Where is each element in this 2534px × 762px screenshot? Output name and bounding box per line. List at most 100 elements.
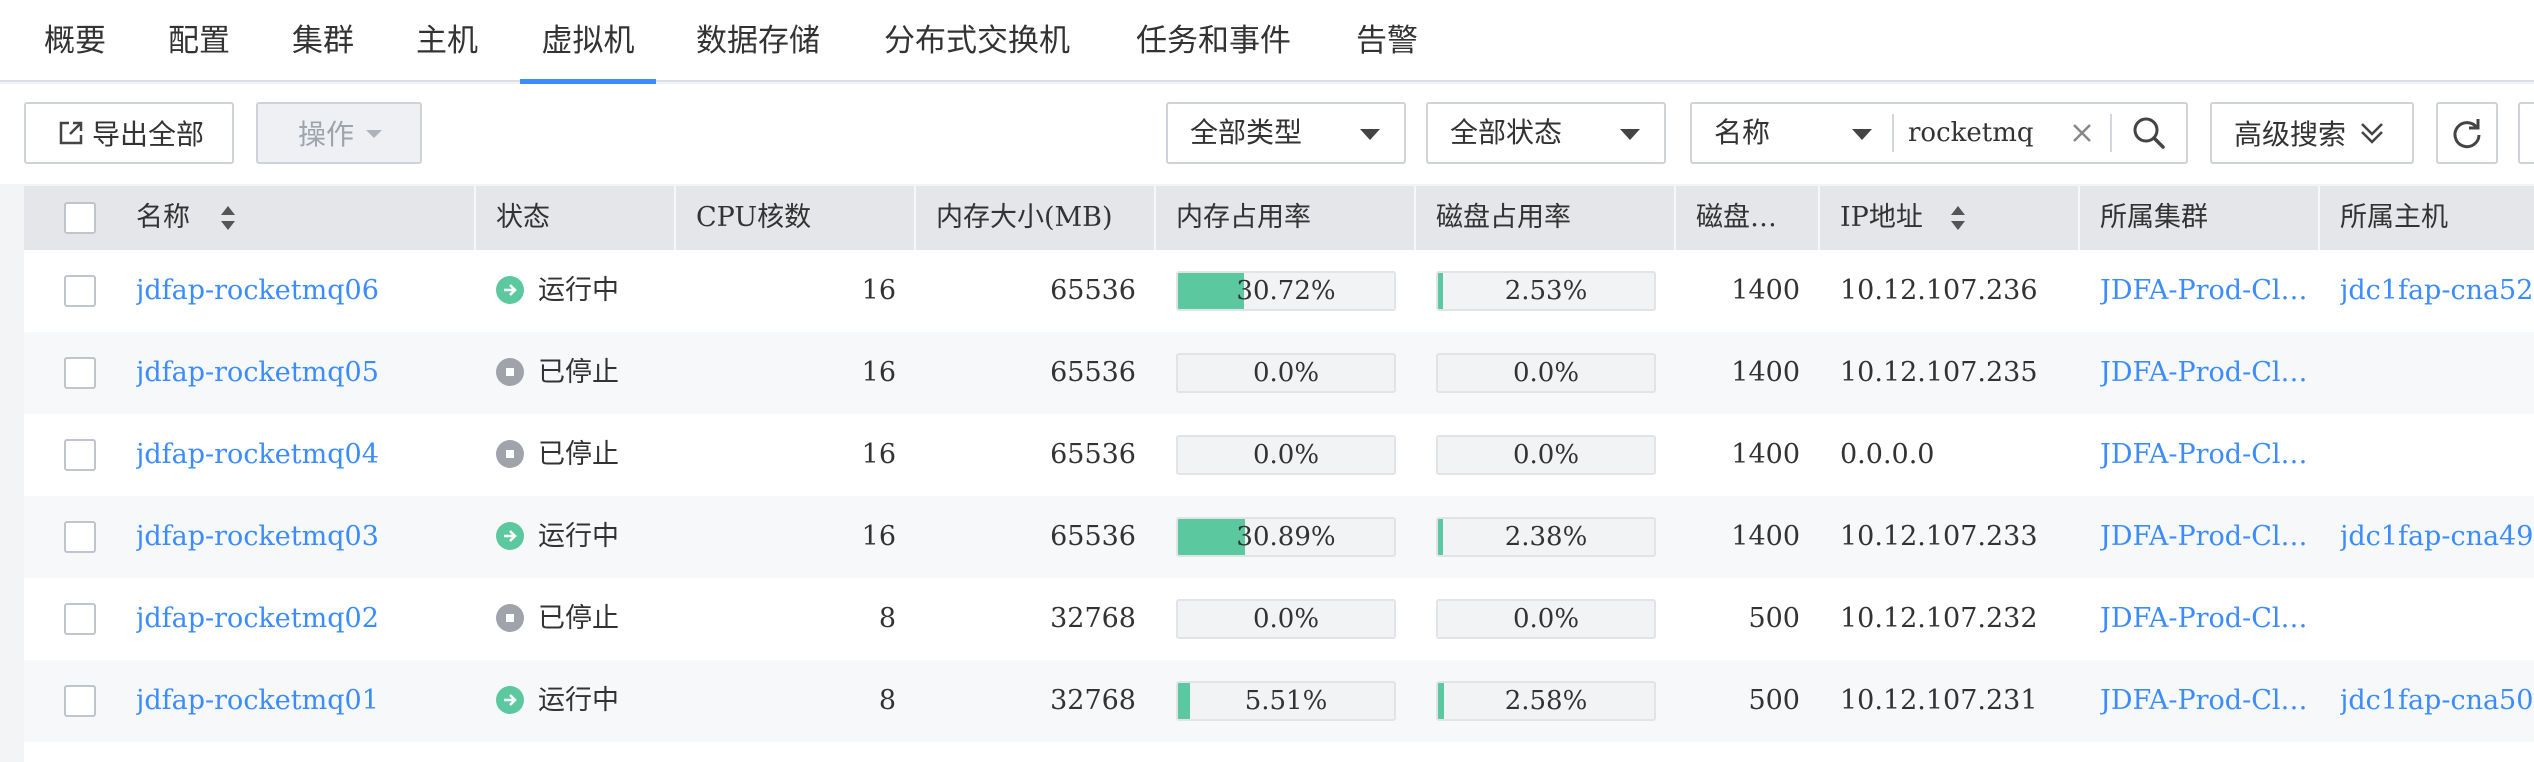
table-row[interactable]: jdfap-rocketmq01 运行中 8 32768 5.51% 2.58% 500 10…: [24, 660, 2534, 742]
table-row[interactable]: jdfap-rocketmq02 已停止 8 32768 0.0% 0.0% 500 10.1…: [24, 578, 2534, 660]
divider: [1674, 186, 1676, 250]
disk-usage-bar: 0.0%: [1436, 353, 1656, 393]
search-input[interactable]: [1908, 114, 2058, 152]
vm-name-link[interactable]: jdfap-rocketmq06: [136, 250, 456, 332]
memory-size: 65536: [1050, 275, 1136, 306]
row-checkbox[interactable]: [64, 521, 96, 553]
tab-distributed-switch[interactable]: 分布式交换机: [884, 0, 1070, 82]
export-all-button[interactable]: 导出全部: [24, 102, 234, 164]
cpu-cores: 8: [878, 685, 896, 716]
cluster-link[interactable]: JDFA-Prod-Cl…: [2100, 578, 2316, 660]
divider: [914, 186, 916, 250]
divider: [474, 186, 476, 250]
toolbar: 导出全部 操作 全部类型 全部状态 名称 高级搜索: [0, 84, 2534, 184]
settings-button[interactable]: [2518, 102, 2534, 164]
type-filter-select[interactable]: 全部类型: [1166, 102, 1406, 164]
disk-size: 500: [1748, 685, 1800, 716]
memory-size: 65536: [1050, 521, 1136, 552]
host-link[interactable]: [2340, 332, 2534, 414]
col-cluster: 所属集群: [2100, 202, 2208, 233]
status-text: 运行中: [538, 685, 619, 716]
host-link[interactable]: jdc1fap-cna52: [2340, 250, 2534, 332]
disk-usage-bar: 2.53%: [1436, 271, 1656, 311]
export-icon: [59, 121, 83, 145]
tab-datastore[interactable]: 数据存储: [696, 0, 820, 82]
sort-icon[interactable]: [1950, 205, 1966, 231]
stopped-status-icon: [496, 440, 524, 468]
tab-cluster[interactable]: 集群: [292, 0, 354, 82]
vm-table: 名称 状态 CPU核数 内存大小(MB) 内存占用率 磁盘占用率 磁盘… IP地…: [24, 186, 2534, 762]
advanced-search-button[interactable]: 高级搜索: [2210, 102, 2414, 164]
advanced-search-label: 高级搜索: [2234, 118, 2347, 151]
vm-name-link[interactable]: jdfap-rocketmq04: [136, 414, 456, 496]
cluster-link[interactable]: JDFA-Prod-Cl…: [2100, 660, 2316, 742]
cluster-link[interactable]: JDFA-Prod-Cl…: [2100, 332, 2316, 414]
stopped-status-icon: [496, 358, 524, 386]
row-checkbox[interactable]: [64, 275, 96, 307]
col-ip[interactable]: IP地址: [1840, 186, 1923, 250]
double-chevron-down-icon: [2361, 123, 2383, 144]
ip-address: 10.12.107.236: [1840, 275, 2038, 306]
status-text: 已停止: [538, 603, 619, 634]
type-filter-value: 全部类型: [1190, 116, 1303, 149]
row-checkbox[interactable]: [64, 439, 96, 471]
actions-dropdown-button[interactable]: 操作: [256, 102, 422, 164]
memory-usage-bar: 30.89%: [1176, 517, 1396, 557]
vm-name-link[interactable]: jdfap-rocketmq02: [136, 578, 456, 660]
ip-address: 10.12.107.231: [1840, 685, 2038, 716]
search-field-select[interactable]: 名称: [1692, 104, 1892, 162]
memory-usage-text: 0.0%: [1252, 440, 1320, 470]
host-link[interactable]: [2340, 578, 2534, 660]
cluster-link[interactable]: JDFA-Prod-Cl…: [2100, 250, 2316, 332]
disk-usage-bar: 2.58%: [1436, 681, 1656, 721]
ip-address: 0.0.0.0: [1840, 439, 1935, 470]
memory-usage-text: 30.89%: [1236, 522, 1336, 552]
host-link[interactable]: jdc1fap-cna50: [2340, 660, 2534, 742]
col-memory: 内存大小(MB): [936, 202, 1113, 233]
vm-name-link[interactable]: jdfap-rocketmq01: [136, 660, 456, 742]
host-link[interactable]: [2340, 414, 2534, 496]
sort-icon[interactable]: [220, 205, 236, 231]
memory-size: 65536: [1050, 439, 1136, 470]
disk-size: 1400: [1731, 521, 1800, 552]
ip-address: 10.12.107.235: [1840, 357, 2038, 388]
cluster-link[interactable]: JDFA-Prod-Cl…: [2100, 496, 2316, 578]
table-row[interactable]: jdfap-rocketmq04 已停止 16 65536 0.0% 0.0% 1400 0.…: [24, 414, 2534, 496]
disk-usage-text: 2.58%: [1504, 686, 1588, 716]
search-icon[interactable]: [2132, 116, 2166, 150]
tab-host[interactable]: 主机: [416, 0, 478, 82]
tab-vm[interactable]: 虚拟机: [520, 0, 656, 84]
actions-label: 操作: [298, 118, 355, 151]
tab-alarms[interactable]: 告警: [1356, 0, 1418, 82]
vm-name-link[interactable]: jdfap-rocketmq05: [136, 332, 456, 414]
disk-size: 500: [1748, 603, 1800, 634]
divider: [1414, 186, 1416, 250]
table-row[interactable]: jdfap-rocketmq06 运行中 16 65536 30.72% 2.53% 140…: [24, 250, 2534, 332]
row-checkbox[interactable]: [64, 685, 96, 717]
top-tab-bar: 概要 配置 集群 主机 虚拟机 数据存储 分布式交换机 任务和事件 告警: [0, 0, 2534, 84]
table-row[interactable]: jdfap-rocketmq05 已停止 16 65536 0.0% 0.0% 1400 10…: [24, 332, 2534, 414]
row-checkbox[interactable]: [64, 357, 96, 389]
row-checkbox[interactable]: [64, 603, 96, 635]
disk-usage-text: 0.0%: [1512, 604, 1580, 634]
clear-icon[interactable]: [2070, 121, 2094, 145]
table-row[interactable]: jdfap-rocketmq03 运行中 16 65536 30.89% 2.38% 140…: [24, 496, 2534, 578]
host-link[interactable]: jdc1fap-cna49: [2340, 496, 2534, 578]
tab-config[interactable]: 配置: [168, 0, 230, 82]
vm-name-link[interactable]: jdfap-rocketmq03: [136, 496, 456, 578]
tab-overview[interactable]: 概要: [44, 0, 106, 82]
table-header: 名称 状态 CPU核数 内存大小(MB) 内存占用率 磁盘占用率 磁盘… IP地…: [24, 186, 2534, 250]
status-filter-value: 全部状态: [1450, 116, 1563, 149]
select-all-checkbox[interactable]: [64, 202, 96, 234]
refresh-button[interactable]: [2436, 102, 2498, 164]
status-filter-select[interactable]: 全部状态: [1426, 102, 1666, 164]
col-name[interactable]: 名称: [136, 186, 190, 250]
chevron-down-icon: [1360, 129, 1380, 140]
tab-tasks-events[interactable]: 任务和事件: [1136, 0, 1291, 82]
disk-size: 1400: [1731, 275, 1800, 306]
running-status-icon: [496, 522, 524, 550]
disk-usage-bar: 2.38%: [1436, 517, 1656, 557]
running-status-icon: [496, 686, 524, 714]
cluster-link[interactable]: JDFA-Prod-Cl…: [2100, 414, 2316, 496]
memory-size: 32768: [1050, 603, 1136, 634]
